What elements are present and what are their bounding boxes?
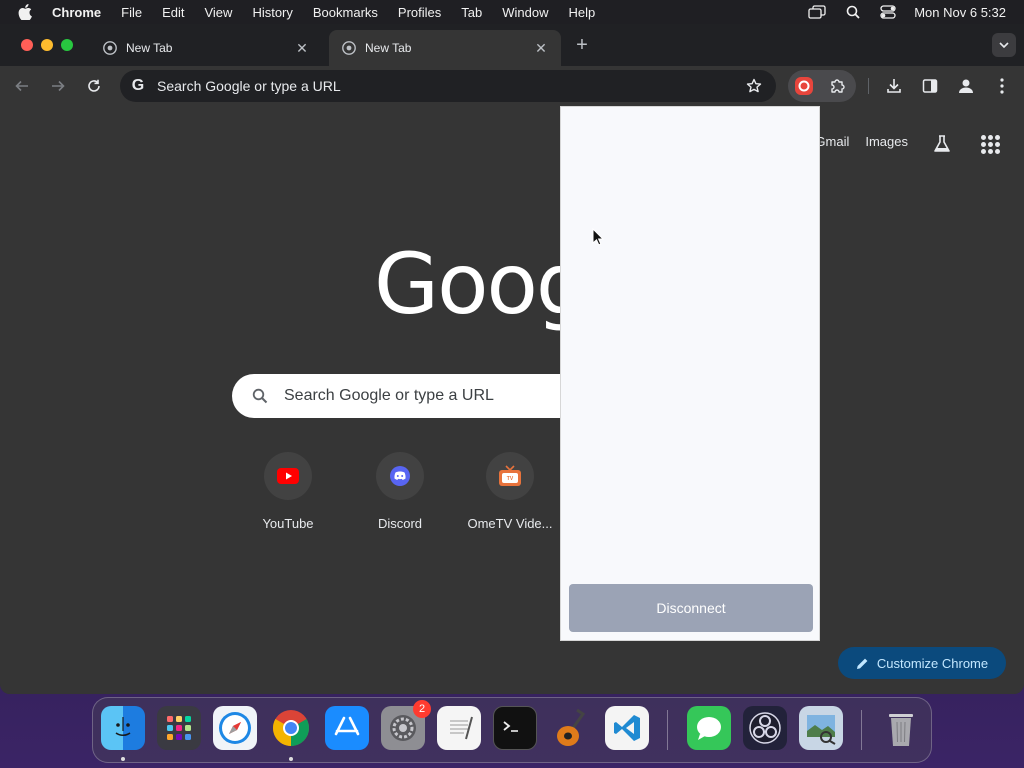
youtube-icon	[264, 452, 312, 500]
menu-help[interactable]: Help	[569, 5, 596, 20]
toolbar-divider	[868, 78, 869, 94]
menu-clock[interactable]: Mon Nov 6 5:32	[914, 5, 1006, 20]
shortcut-ometv[interactable]: TV OmeTV Vide...	[454, 452, 566, 531]
downloads-icon[interactable]	[882, 74, 906, 98]
menu-file[interactable]: File	[121, 5, 142, 20]
close-window-button[interactable]	[21, 39, 33, 51]
chrome-favicon-icon	[341, 40, 357, 56]
notification-badge: 2	[413, 700, 431, 718]
menu-app-name[interactable]: Chrome	[52, 5, 101, 20]
back-arrow-icon[interactable]	[12, 76, 32, 96]
apple-icon[interactable]	[18, 4, 36, 20]
extensions-puzzle-icon[interactable]	[820, 70, 856, 102]
dock-divider	[667, 710, 668, 750]
chrome-favicon-icon	[102, 40, 118, 56]
safari-icon[interactable]	[213, 706, 257, 750]
tab-title: New Tab	[365, 41, 412, 55]
reload-icon[interactable]	[84, 76, 104, 96]
google-apps-grid-icon[interactable]	[978, 132, 1002, 156]
running-indicator	[121, 757, 125, 761]
mouse-cursor-icon	[592, 227, 605, 251]
tab-new-tab-2[interactable]: New Tab ✕	[329, 30, 561, 66]
obs-icon[interactable]	[743, 706, 787, 750]
pencil-icon	[856, 657, 869, 670]
shortcut-label: YouTube	[262, 516, 314, 531]
toolbar: G Search Google or type a URL	[0, 66, 1024, 106]
menu-window[interactable]: Window	[502, 5, 548, 20]
new-tab-page: Gmail Images Google Search Google or typ…	[0, 106, 1024, 694]
profile-avatar-icon[interactable]	[954, 74, 978, 98]
shortcut-label: Discord	[377, 516, 423, 531]
garageband-icon[interactable]	[549, 706, 593, 750]
screen-mirroring-icon[interactable]	[808, 5, 826, 19]
shortcut-label: OmeTV Vide...	[467, 516, 553, 531]
app-store-icon[interactable]	[325, 706, 369, 750]
images-link[interactable]: Images	[865, 134, 908, 149]
spotlight-search-icon[interactable]	[846, 5, 860, 19]
shortcut-youtube[interactable]: YouTube	[232, 452, 344, 531]
customize-chrome-label: Customize Chrome	[876, 655, 989, 671]
vscode-icon[interactable]	[605, 706, 649, 750]
new-tab-plus-icon[interactable]: +	[571, 34, 593, 56]
menu-bookmarks[interactable]: Bookmarks	[313, 5, 378, 20]
customize-chrome-button[interactable]: Customize Chrome	[838, 647, 1006, 679]
google-logo: Google	[374, 235, 560, 333]
running-indicator	[289, 757, 293, 761]
extension-popup: Disconnect	[560, 106, 820, 641]
forward-arrow-icon[interactable]	[48, 76, 68, 96]
menu-edit[interactable]: Edit	[162, 5, 184, 20]
chrome-icon[interactable]	[269, 706, 313, 750]
chrome-window: New Tab ✕ New Tab ✕ + G Search Google or…	[0, 24, 1024, 694]
system-settings-icon[interactable]: 2	[381, 700, 431, 750]
labs-flask-icon[interactable]	[930, 132, 954, 156]
tab-new-tab-1[interactable]: New Tab ✕	[90, 30, 322, 66]
menu-profiles[interactable]: Profiles	[398, 5, 441, 20]
bookmark-star-icon[interactable]	[744, 78, 764, 94]
window-controls	[21, 39, 81, 51]
side-panel-icon[interactable]	[918, 74, 942, 98]
shortcut-discord[interactable]: Discord	[344, 452, 456, 531]
trash-icon[interactable]	[879, 706, 923, 750]
messages-icon[interactable]	[687, 706, 731, 750]
search-icon	[250, 388, 270, 404]
dock: 2	[92, 697, 932, 763]
omnibox[interactable]: G Search Google or type a URL	[120, 70, 776, 102]
vpn-extension-icon[interactable]	[788, 70, 820, 102]
discord-icon	[376, 452, 424, 500]
tab-close-icon[interactable]: ✕	[294, 40, 310, 56]
ometv-icon: TV	[486, 452, 534, 500]
tab-strip: New Tab ✕ New Tab ✕ +	[0, 24, 1024, 66]
gmail-link[interactable]: Gmail	[815, 134, 849, 149]
textedit-icon[interactable]	[437, 706, 481, 750]
minimize-window-button[interactable]	[41, 39, 53, 51]
google-g-icon: G	[131, 77, 145, 94]
more-menu-icon[interactable]	[990, 74, 1014, 98]
menu-tab[interactable]: Tab	[461, 5, 482, 20]
disconnect-button[interactable]: Disconnect	[569, 584, 813, 632]
tab-search-chevron-icon[interactable]	[992, 33, 1016, 57]
svg-text:TV: TV	[507, 476, 514, 482]
omnibox-placeholder: Search Google or type a URL	[157, 78, 341, 94]
launchpad-icon[interactable]	[157, 706, 201, 750]
dock-divider	[861, 710, 862, 750]
menu-view[interactable]: View	[204, 5, 232, 20]
preview-icon[interactable]	[799, 706, 843, 750]
control-center-icon[interactable]	[880, 5, 896, 19]
terminal-icon[interactable]	[493, 706, 537, 750]
zoom-window-button[interactable]	[61, 39, 73, 51]
menu-bar: Chrome File Edit View History Bookmarks …	[0, 0, 1024, 24]
finder-icon[interactable]	[101, 706, 145, 750]
tab-title: New Tab	[126, 41, 173, 55]
menu-history[interactable]: History	[252, 5, 292, 20]
ntp-search-placeholder: Search Google or type a URL	[284, 387, 494, 404]
tab-close-icon[interactable]: ✕	[533, 40, 549, 56]
